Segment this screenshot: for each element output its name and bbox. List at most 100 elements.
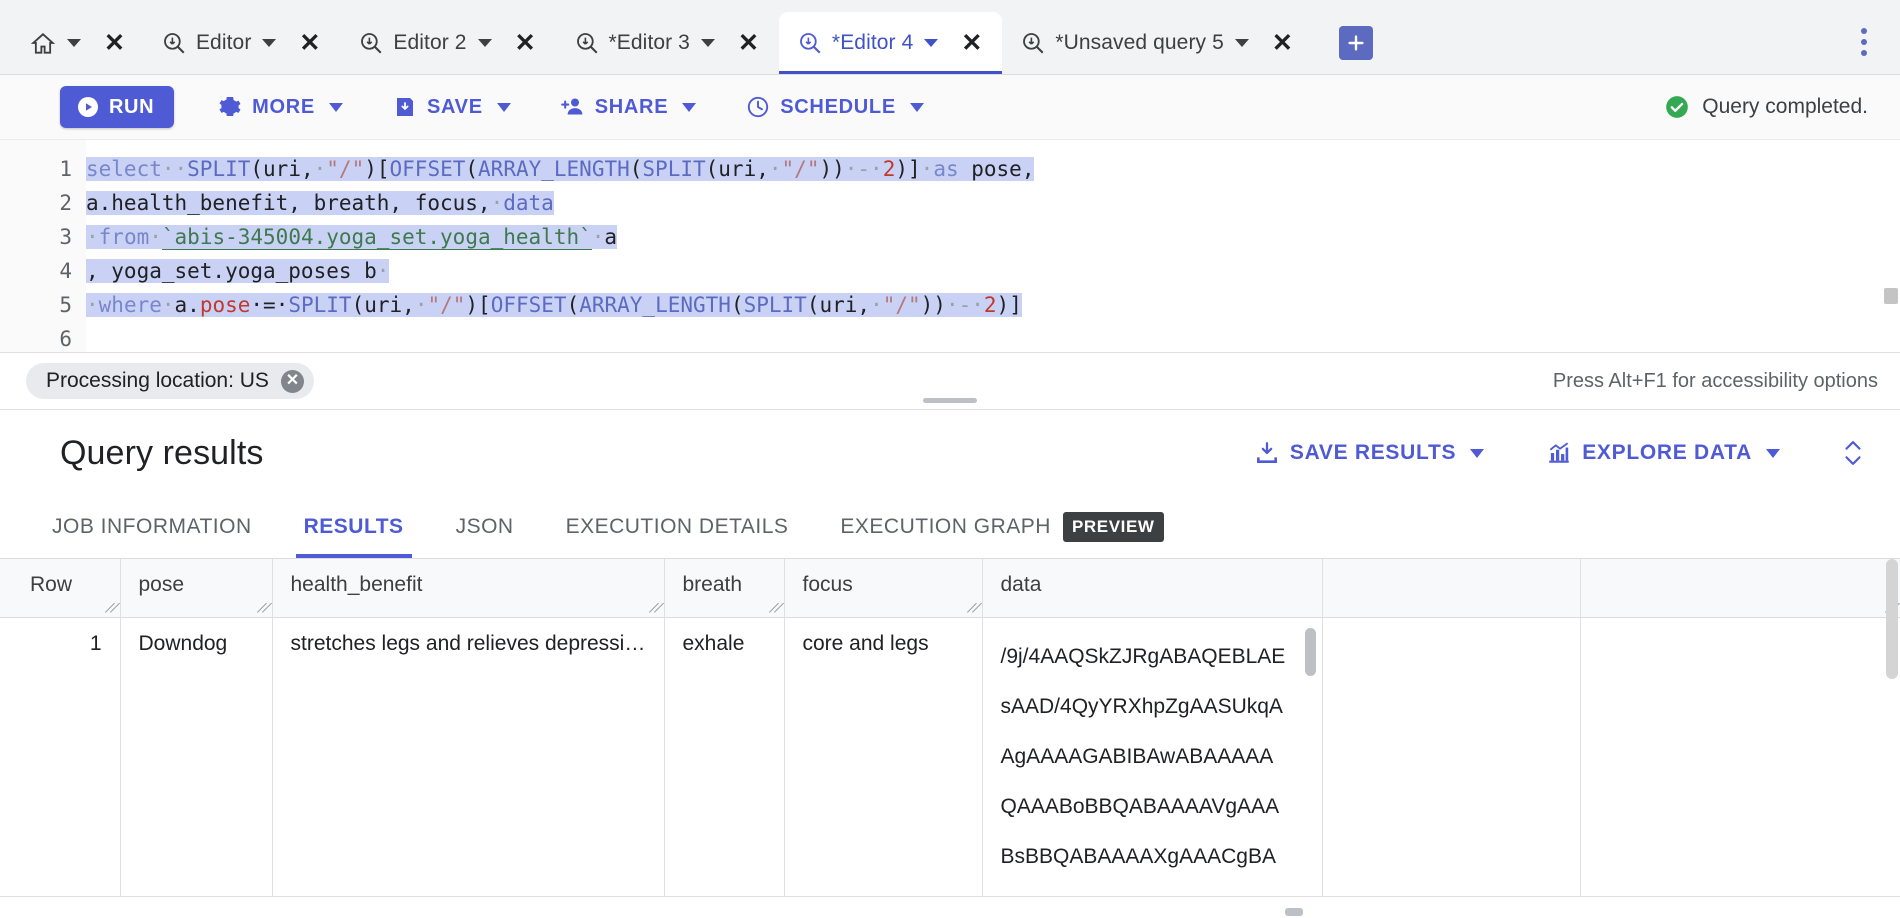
sql-editor-content[interactable]: select··SPLIT(uri,·"/")[OFFSET(ARRAY_LEN… [86,140,1900,352]
column-resize-handle[interactable] [648,602,660,614]
tab-home[interactable]: ✕ [0,12,143,74]
tab-editor-1[interactable]: Editor ✕ [143,12,340,74]
chevron-down-icon[interactable] [909,102,924,112]
chevron-down-icon[interactable] [700,39,715,47]
cell-data[interactable]: /9j/4AAQSkZJRgABAQEBLAE sAAD/4QyYRXhpZgAA… [982,617,1323,897]
close-icon[interactable]: ✕ [280,369,304,393]
column-header-label: health_benefit [290,573,423,596]
sql-token: ARRAY_LENGTH [478,157,630,181]
home-icon [30,31,56,55]
chevron-down-icon[interactable] [1766,448,1780,458]
tab-unsaved-query-5[interactable]: *Unsaved query 5 ✕ [1002,12,1313,74]
tab-editor-3[interactable]: *Editor 3 ✕ [556,12,779,74]
results-table: Row pose health_benefit breath focus dat… [0,559,1900,897]
expand-collapse-panel-button[interactable] [1840,436,1866,470]
chevron-down-icon[interactable] [67,39,81,47]
cell-data-line: sAAD/4QyYRXhpZgAASUkqA [1000,695,1283,718]
sql-token: uri [718,157,757,181]
column-resize-handle[interactable] [768,602,780,614]
sql-token: , [857,293,871,317]
chevron-down-icon[interactable] [682,102,697,112]
sql-token: pose, [958,157,1035,181]
column-header-label: focus [802,573,853,596]
tab-close-icon[interactable]: ✕ [100,29,129,58]
chevron-down-icon[interactable] [328,102,343,112]
sql-token: "/" [882,293,921,317]
tab-execution-details[interactable]: EXECUTION DETAILS [540,496,815,558]
tab-close-icon[interactable]: ✕ [1268,29,1297,58]
cell-filler-1 [1322,617,1581,897]
explore-data-button[interactable]: EXPLORE DATA [1546,440,1780,466]
sql-token: `abis-345004.yoga_set.yoga_health` [161,225,592,250]
person-add-icon [560,98,583,115]
results-table-container[interactable]: Row pose health_benefit breath focus dat… [0,559,1900,918]
column-header-health-benefit[interactable]: health_benefit [272,559,665,618]
column-header-pose[interactable]: pose [120,559,273,618]
chevron-down-icon[interactable] [924,39,939,47]
share-button[interactable]: SHARE [555,86,703,128]
tab-editor-4[interactable]: *Editor 4 ✕ [778,12,1003,74]
tabbar-overflow-menu-button[interactable] [1842,20,1886,64]
column-header-focus[interactable]: focus [784,559,983,618]
plus-icon [1348,35,1364,51]
query-icon [1020,30,1046,56]
more-button[interactable]: MORE [212,86,349,128]
chevron-down-icon[interactable] [1234,39,1249,47]
run-button[interactable]: RUN [60,86,175,128]
processing-location-bar: Processing location: US ✕ Press Alt+F1 f… [0,353,1900,410]
chevron-down-icon[interactable] [262,39,277,47]
column-header-filler-1 [1322,559,1581,618]
column-resize-handle[interactable] [256,602,268,614]
explore-data-label: EXPLORE DATA [1582,441,1752,464]
column-resize-handle[interactable] [104,602,116,614]
tab-label: *Unsaved query 5 [1055,31,1224,54]
accessibility-hint: Press Alt+F1 for accessibility options [1552,369,1878,392]
tab-json[interactable]: JSON [430,496,540,558]
sql-token: ( [351,293,365,317]
save-button-label: SAVE [426,95,483,118]
tab-results[interactable]: RESULTS [278,496,430,558]
sql-token: "/" [781,157,820,181]
column-header-data[interactable]: data [982,559,1323,618]
column-header-breath[interactable]: breath [664,559,785,618]
tab-label: RESULTS [303,515,404,538]
sql-editor[interactable]: 1 2 3 4 5 6 select··SPLIT(uri,·"/")[OFFS… [0,140,1900,353]
save-button[interactable]: SAVE [387,86,517,128]
tab-job-information[interactable]: JOB INFORMATION [26,496,278,558]
chevron-down-icon[interactable] [477,39,492,47]
editor-vertical-scrollbar[interactable] [1884,288,1898,304]
sql-token: where [98,293,162,317]
panel-resize-handle[interactable] [923,398,977,403]
schedule-button[interactable]: SCHEDULE [740,86,930,128]
tab-execution-graph[interactable]: EXECUTION GRAPH PREVIEW [814,496,1189,558]
save-results-button[interactable]: SAVE RESULTS [1254,440,1485,466]
sql-token: · [376,259,390,283]
query-icon [574,30,600,56]
tab-close-icon[interactable]: ✕ [734,29,763,58]
chevron-down-icon[interactable] [1470,448,1485,458]
column-resize-handle[interactable] [966,602,978,614]
sql-token: ·· [161,157,188,181]
results-table-head: Row pose health_benefit breath focus dat… [0,559,1900,618]
tab-close-icon[interactable]: ✕ [957,29,986,58]
sql-token: pose [199,293,251,317]
tab-close-icon[interactable]: ✕ [511,29,540,58]
column-header-label: breath [682,573,743,596]
sql-token: , [402,293,415,317]
tab-close-icon[interactable]: ✕ [295,29,324,58]
cell-data-line: QAAABoBBQABAAAAVgAAA [1000,795,1280,818]
column-header-row[interactable]: Row [0,559,121,618]
sql-token: )) [819,157,845,181]
chevron-down-icon[interactable] [496,102,511,112]
results-horizontal-scroll-nub[interactable] [1285,908,1303,916]
sql-token: SPLIT [743,293,807,317]
cell-scrollbar[interactable] [1304,628,1316,676]
results-vertical-scrollbar[interactable] [1886,559,1898,679]
save-icon [396,98,413,116]
processing-location-chip[interactable]: Processing location: US ✕ [26,363,314,399]
add-tab-button[interactable] [1338,26,1373,60]
schedule-button-label: SCHEDULE [780,95,896,118]
table-row[interactable]: 1 Downdog stretches legs and relieves de… [0,617,1900,897]
column-header-filler-2[interactable] [1580,559,1900,618]
tab-editor-2[interactable]: Editor 2 ✕ [340,12,555,74]
